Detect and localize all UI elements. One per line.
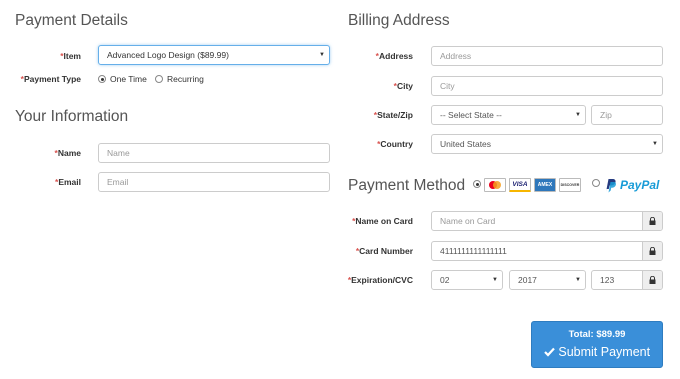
- state-zip-label: *State/Zip: [373, 110, 413, 120]
- expiration-month-select[interactable]: 02 ▼: [431, 270, 503, 290]
- country-select[interactable]: United States ▼: [431, 134, 663, 154]
- name-label: *Name: [54, 148, 81, 158]
- payment-type-label: *Payment Type: [20, 74, 81, 84]
- billing-address-heading: Billing Address: [348, 12, 450, 29]
- recurring-radio[interactable]: [155, 75, 163, 83]
- card-number-label: *Card Number: [355, 246, 413, 256]
- name-on-card-input[interactable]: Name on Card: [431, 211, 663, 231]
- cards-radio[interactable]: [473, 180, 481, 188]
- recurring-label: Recurring: [167, 74, 204, 84]
- card-number-input[interactable]: 4111111111111111: [431, 241, 663, 261]
- your-information-heading: Your Information: [15, 108, 129, 125]
- lock-icon: [642, 212, 662, 230]
- mastercard-icon: [484, 178, 506, 192]
- address-input[interactable]: Address: [431, 46, 663, 66]
- city-label: *City: [393, 81, 413, 91]
- email-input[interactable]: Email: [98, 172, 330, 192]
- discover-icon: DISCOVER: [559, 178, 581, 192]
- chevron-down-icon: ▼: [492, 277, 498, 283]
- one-time-label: One Time: [110, 74, 147, 84]
- lock-icon: [642, 271, 662, 289]
- one-time-radio[interactable]: [98, 75, 106, 83]
- city-input[interactable]: City: [431, 76, 663, 96]
- expiration-label: *Expiration/CVC: [347, 275, 413, 285]
- chevron-down-icon: ▼: [652, 141, 658, 147]
- paypal-logo-icon: [604, 178, 617, 193]
- paypal-wordmark: PayPal: [620, 178, 660, 192]
- chevron-down-icon: ▼: [575, 112, 581, 118]
- item-select[interactable]: Advanced Logo Design ($89.99) ▼: [98, 45, 330, 65]
- chevron-down-icon: ▼: [319, 52, 325, 58]
- item-label: *Item: [60, 51, 81, 61]
- state-select[interactable]: -- Select State -- ▼: [431, 105, 586, 125]
- chevron-down-icon: ▼: [575, 277, 581, 283]
- lock-icon: [642, 242, 662, 260]
- name-input[interactable]: Name: [98, 143, 330, 163]
- checkmark-icon: [544, 346, 555, 360]
- expiration-year-select[interactable]: 2017 ▼: [509, 270, 586, 290]
- amex-icon: AMEX: [534, 178, 556, 192]
- submit-payment-label: Submit Payment: [558, 345, 651, 359]
- submit-payment-button[interactable]: Total: $89.99 Submit Payment: [531, 321, 663, 368]
- country-label: *Country: [377, 139, 413, 149]
- total-label: Total: $89.99: [568, 329, 626, 340]
- address-label: *Address: [375, 51, 413, 61]
- zip-input[interactable]: Zip: [591, 105, 663, 125]
- paypal-radio[interactable]: [592, 179, 600, 187]
- email-label: *Email: [55, 177, 81, 187]
- payment-method-heading: Payment Method: [348, 177, 466, 194]
- cvc-input[interactable]: 123: [591, 270, 663, 290]
- name-on-card-label: *Name on Card: [352, 216, 413, 226]
- visa-icon: VISA: [509, 178, 531, 192]
- payment-details-heading: Payment Details: [15, 12, 128, 29]
